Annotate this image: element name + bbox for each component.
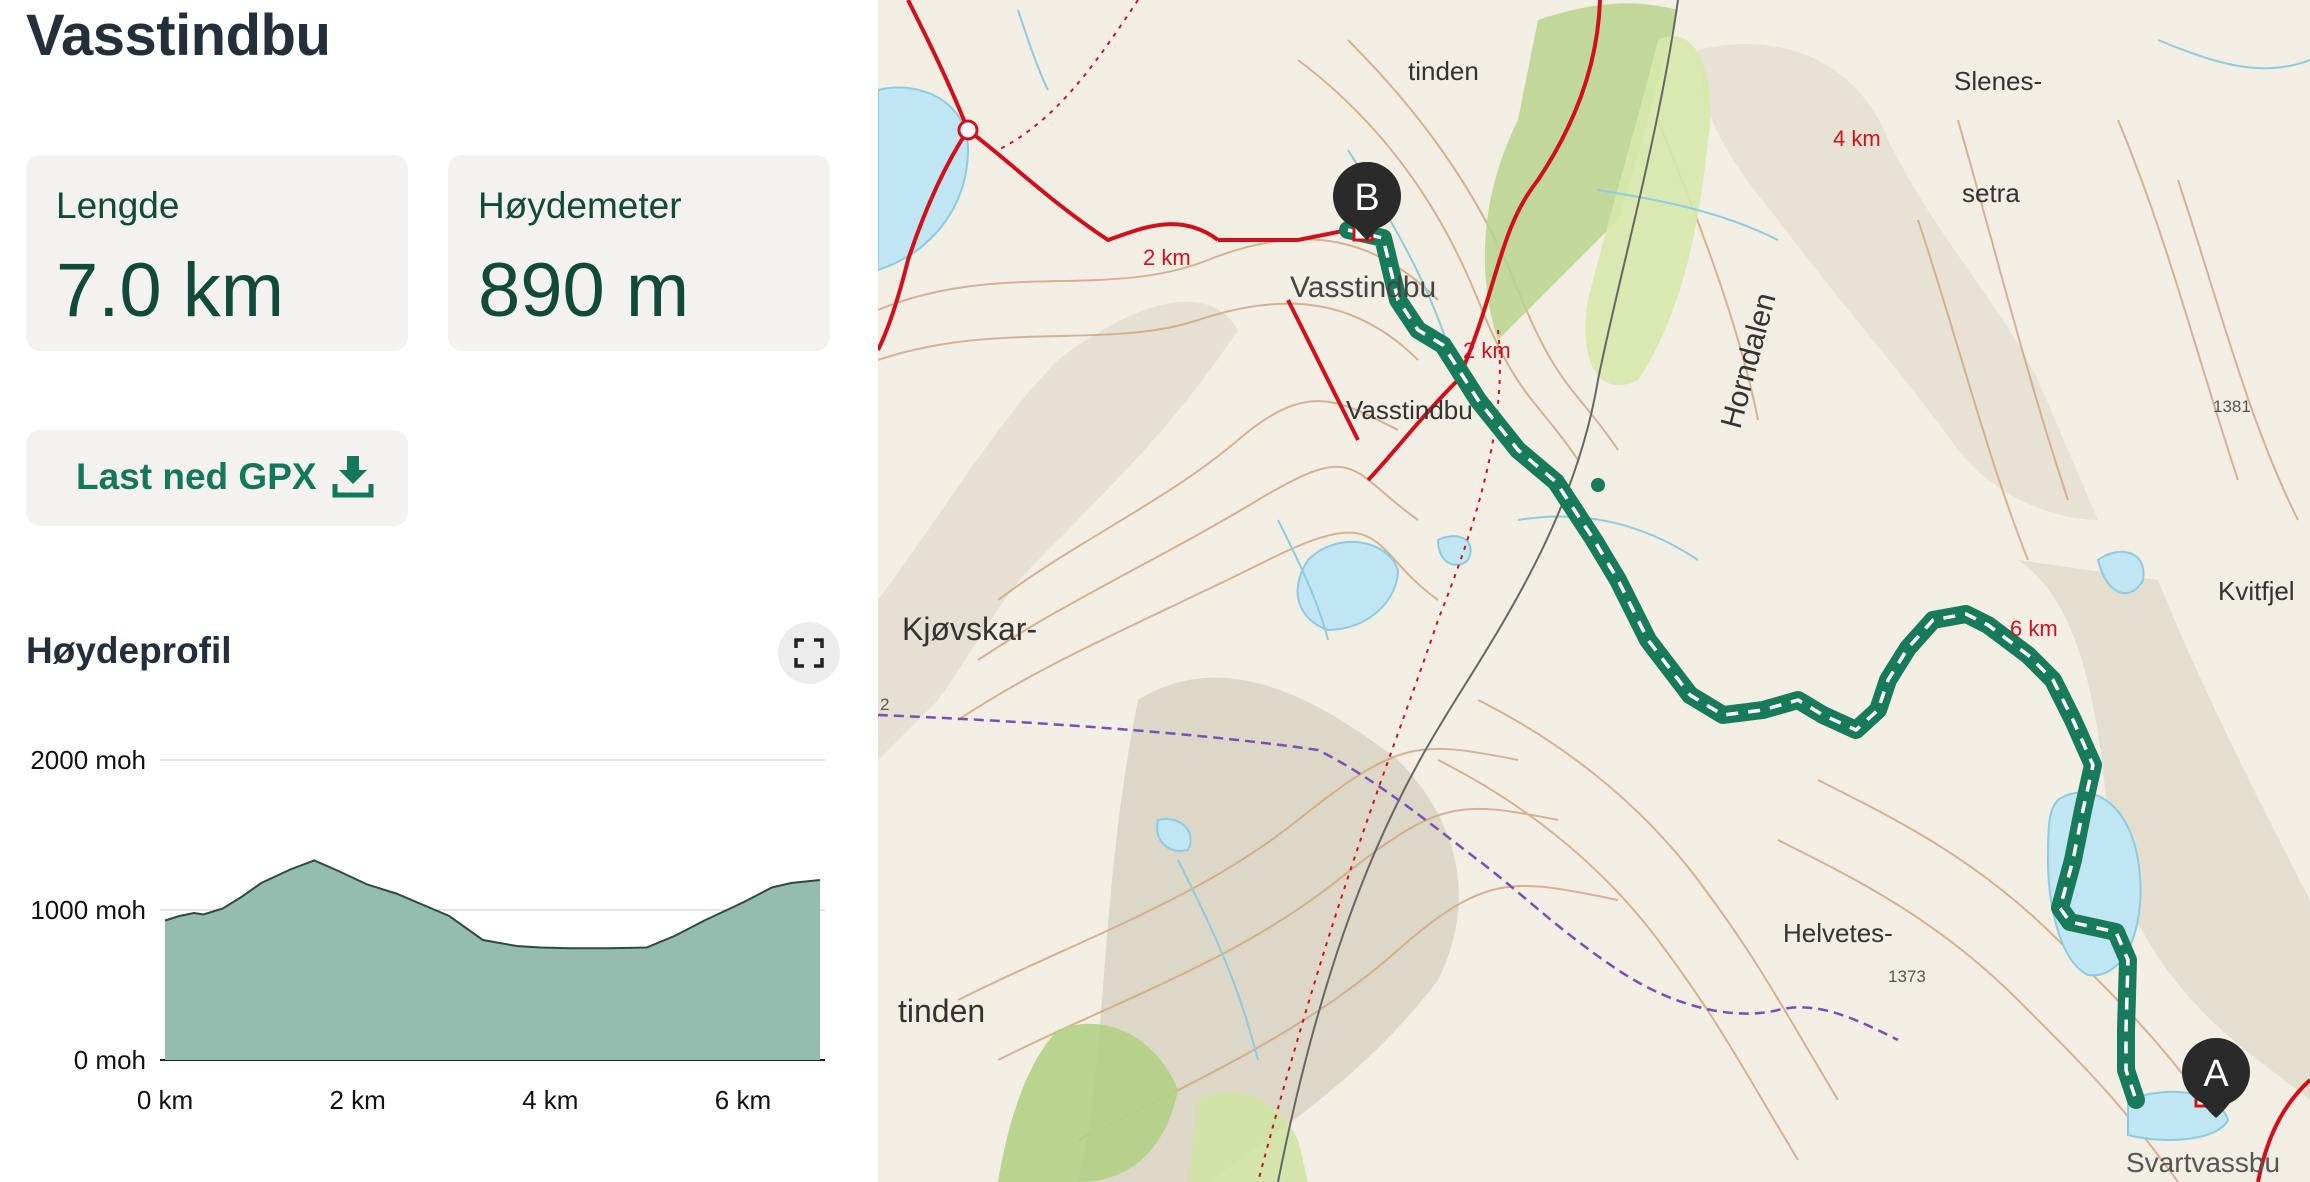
x-tick-label: 0 km	[137, 1085, 193, 1115]
route-panel: Vasstindbu Lengde 7.0 km Høydemeter 890 …	[0, 0, 878, 1182]
fullscreen-icon	[794, 638, 824, 668]
y-tick-label: 2000 moh	[30, 745, 146, 775]
place-label: tinden	[898, 993, 985, 1029]
download-gpx-label: Last ned GPX	[76, 456, 317, 497]
place-label: Vasstindbu	[1346, 395, 1473, 425]
length-value: 7.0 km	[56, 248, 285, 333]
x-tick-label: 2 km	[329, 1085, 385, 1115]
place-label: tinden	[1408, 56, 1479, 86]
elevation-gain-card: Høydemeter 890 m	[448, 155, 830, 351]
y-tick-label: 0 moh	[74, 1045, 146, 1075]
expand-chart-button[interactable]	[778, 622, 840, 684]
place-label: Svartvassbu	[2126, 1147, 2280, 1178]
y-tick-label: 1000 moh	[30, 895, 146, 925]
place-label: Slenes-	[1954, 66, 2042, 96]
x-tick-label: 4 km	[522, 1085, 578, 1115]
place-label: setra	[1962, 178, 2020, 208]
spot-height: 2	[880, 695, 889, 714]
spot-height: 1373	[1888, 967, 1926, 986]
distance-label: 6 km	[2010, 616, 2058, 641]
spot-height: 1381	[2213, 397, 2251, 416]
download-icon	[332, 454, 374, 503]
place-label: Kjøvskar-	[902, 611, 1037, 647]
start-marker-letter: A	[2203, 1053, 2229, 1095]
map-canvas[interactable]: B A tinden Slenes- setra Vasstindbu Vass…	[878, 0, 2310, 1182]
elevation-line	[164, 859, 821, 950]
distance-label: 2 km	[1463, 338, 1511, 363]
place-label: Helvetes-	[1783, 918, 1893, 948]
end-marker-letter: B	[1354, 177, 1379, 219]
x-tick-label: 6 km	[715, 1085, 771, 1115]
elevation-gain-value: 890 m	[478, 248, 690, 333]
distance-label: 2 km	[1143, 245, 1191, 270]
elevation-profile-title: Høydeprofil	[26, 630, 232, 671]
length-label: Lengde	[56, 185, 180, 226]
elevation-area	[165, 860, 820, 1060]
distance-label: 4 km	[1833, 126, 1881, 151]
download-gpx-button[interactable]: Last ned GPX	[26, 430, 408, 526]
place-label: Vasstindbu	[1290, 271, 1436, 304]
place-label: Kvitfjel	[2218, 576, 2295, 606]
elevation-gain-label: Høydemeter	[478, 185, 682, 226]
route-title: Vasstindbu	[26, 3, 331, 68]
topographic-map[interactable]: B A tinden Slenes- setra Vasstindbu Vass…	[878, 0, 2310, 1182]
length-card: Lengde 7.0 km	[26, 155, 408, 351]
